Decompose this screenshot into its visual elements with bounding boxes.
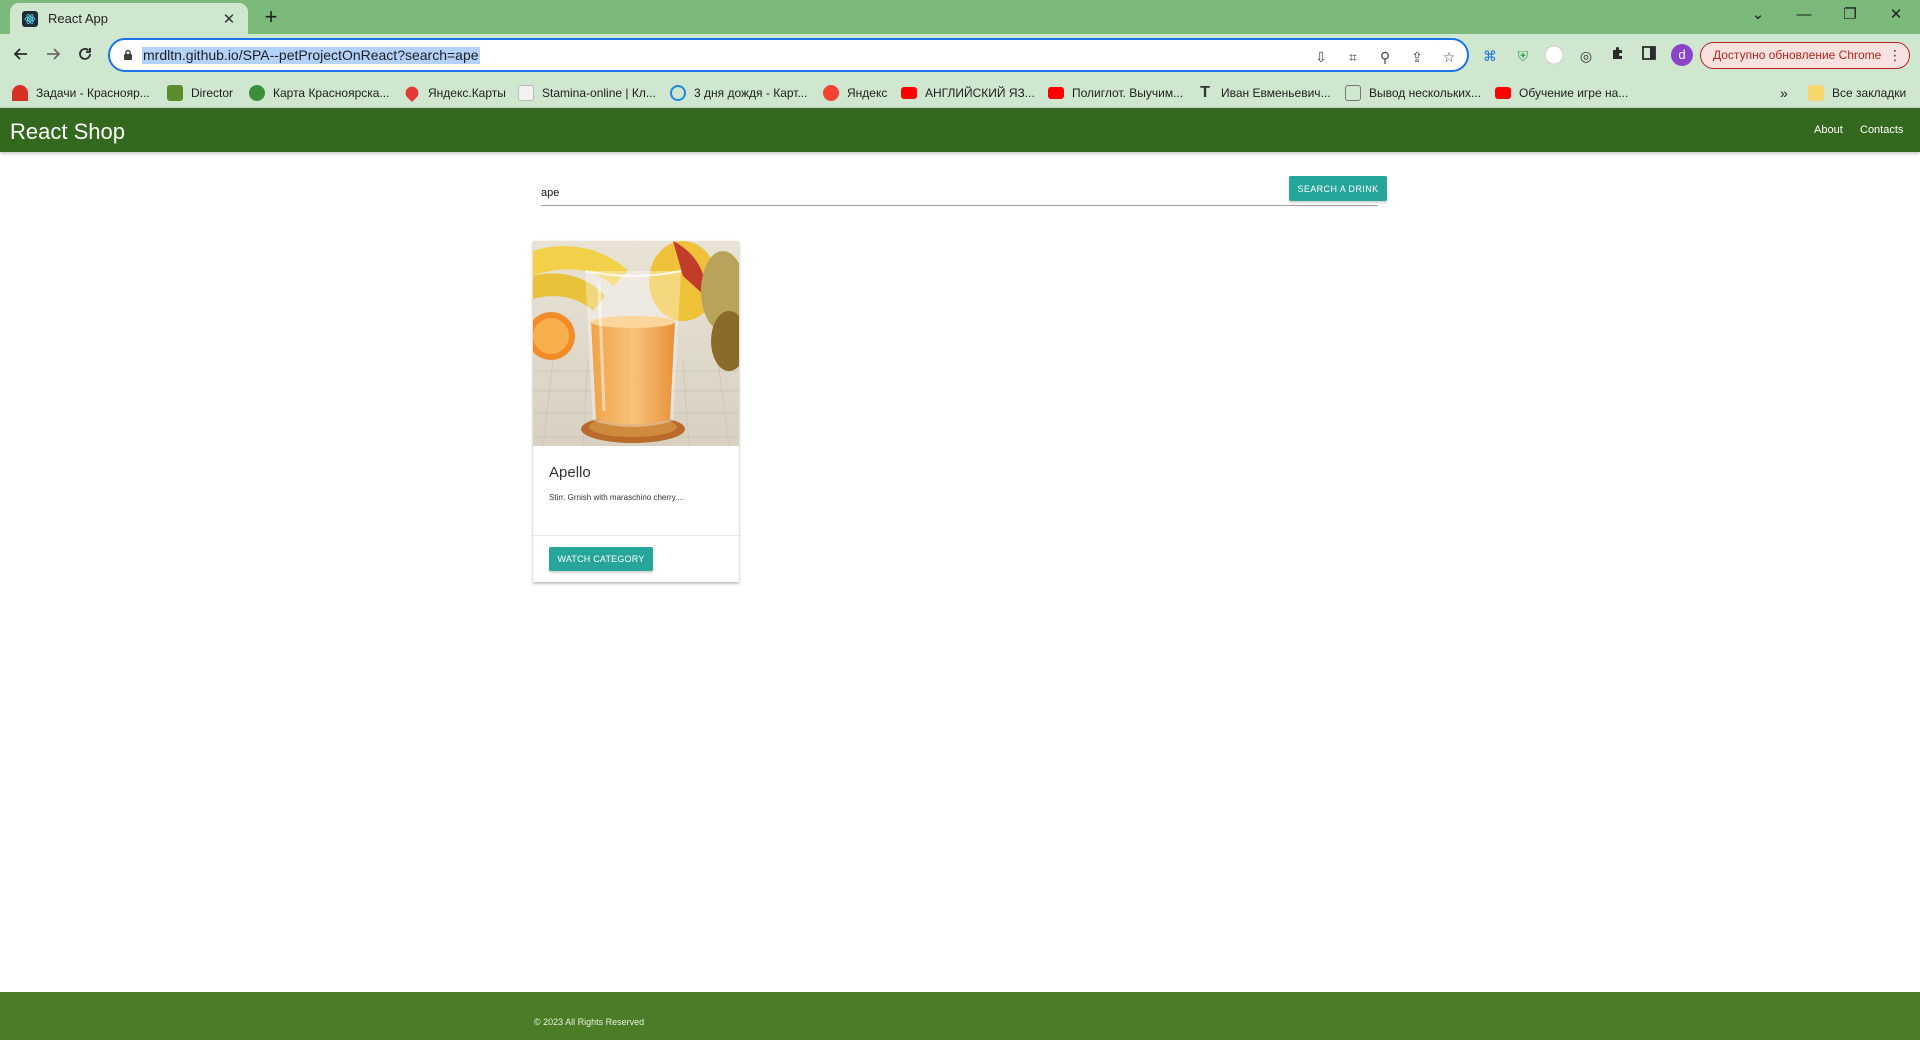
bookmark-item[interactable]: АНГЛИЙСКИЙ ЯЗ... xyxy=(901,83,1035,103)
bookmark-item[interactable]: Яндекс.Карты xyxy=(402,83,506,103)
translate-extension-icon[interactable]: ⌘ xyxy=(1479,45,1501,67)
side-panel-icon[interactable] xyxy=(1638,45,1660,67)
bookmark-label: Задачи - Краснояр... xyxy=(36,86,150,100)
youtube-icon xyxy=(901,87,917,99)
chrome-update-button[interactable]: Доступно обновление Chrome ⋮ xyxy=(1700,42,1910,69)
install-app-icon[interactable]: ⇩ xyxy=(1311,47,1331,67)
bookmark-label: АНГЛИЙСКИЙ ЯЗ... xyxy=(925,86,1035,100)
browser-toolbar: mrdltn.github.io/SPA--petProjectOnReact?… xyxy=(0,34,1920,77)
bookmark-label: Иван Евменьевич... xyxy=(1221,86,1331,100)
extensions-puzzle-icon[interactable] xyxy=(1607,45,1629,67)
bookmark-item[interactable]: Stamina-online | Кл... xyxy=(518,83,656,103)
card-description: Stirr. Grnish with maraschino cherry.... xyxy=(549,493,684,502)
red-arc-icon xyxy=(12,85,28,101)
youtube-icon xyxy=(1048,87,1064,99)
profile-avatar[interactable]: d xyxy=(1671,44,1693,66)
lock-icon[interactable] xyxy=(122,49,134,61)
folder-icon xyxy=(1808,85,1824,101)
app-header: React Shop About Contacts xyxy=(0,108,1920,152)
bookmark-label: Director xyxy=(191,86,234,100)
youtube-icon xyxy=(1495,87,1511,99)
card-content: Apello Stirr. Grnish with maraschino che… xyxy=(533,446,739,776)
page-footer: © 2023 All Rights Reserved xyxy=(0,992,1920,1040)
url-text[interactable]: mrdltn.github.io/SPA--petProjectOnReact?… xyxy=(142,47,480,64)
yandex-icon xyxy=(823,85,839,101)
new-tab-button[interactable]: + xyxy=(258,4,284,30)
back-arrow-icon[interactable] xyxy=(7,42,35,70)
bookmark-label: Карта Красноярска... xyxy=(273,86,390,100)
copyright-text: © 2023 All Rights Reserved xyxy=(534,1017,645,1027)
more-menu-icon[interactable]: ⋮ xyxy=(1888,43,1902,68)
bookmark-star-icon[interactable]: ☆ xyxy=(1439,47,1459,67)
react-logo-icon xyxy=(22,10,38,27)
search-input[interactable] xyxy=(541,178,1378,206)
bookmark-item[interactable]: Карта Красноярска... xyxy=(249,83,389,103)
circle-icon xyxy=(670,85,686,101)
bookmark-label: Яндекс.Карты xyxy=(428,86,506,100)
bookmark-item[interactable]: Яндекс xyxy=(823,83,887,103)
translate-icon[interactable]: ⌗ xyxy=(1343,47,1363,67)
forward-arrow-icon[interactable] xyxy=(39,42,67,70)
watch-category-button[interactable]: WATCH CATEGORY xyxy=(549,547,653,571)
browser-tab-strip: React App ✕ + ⌄ — ❐ ✕ xyxy=(0,0,1920,34)
bookmark-item[interactable]: Director xyxy=(167,83,233,103)
bookmark-item[interactable]: 3 дня дождя - Карт... xyxy=(670,83,807,103)
bookmark-item[interactable]: Задачи - Краснояр... xyxy=(12,83,150,103)
shield-extension-icon[interactable]: ⛨ xyxy=(1512,45,1534,67)
bookmark-label: Полиглот. Выучим... xyxy=(1072,86,1184,100)
bookmark-label: Все закладки xyxy=(1832,86,1907,100)
tab-title: React App xyxy=(48,11,108,26)
bookmarks-overflow-button[interactable]: » xyxy=(1780,83,1788,103)
close-window-button[interactable]: ✕ xyxy=(1873,0,1919,30)
tab-close-icon[interactable]: ✕ xyxy=(220,10,238,28)
bookmark-label: Обучение игре на... xyxy=(1519,86,1629,100)
reload-icon[interactable] xyxy=(71,42,99,70)
search-button[interactable]: SEARCH A DRINK xyxy=(1289,176,1387,201)
card-action: WATCH CATEGORY xyxy=(533,535,739,582)
address-bar[interactable]: mrdltn.github.io/SPA--petProjectOnReact?… xyxy=(108,38,1469,72)
bookmark-label: Stamina-online | Кл... xyxy=(542,86,656,100)
t-letter-icon: T xyxy=(1200,84,1210,101)
share-icon[interactable]: ⇪ xyxy=(1407,47,1427,67)
map-pin-icon xyxy=(402,83,422,103)
nav-contacts-link[interactable]: Contacts xyxy=(1860,124,1903,136)
brand-logo[interactable]: React Shop xyxy=(10,119,125,145)
card-title: Apello xyxy=(549,464,591,481)
drink-image xyxy=(533,241,739,446)
all-bookmarks-folder[interactable]: Все закладки xyxy=(1808,83,1906,103)
browser-tab[interactable]: React App ✕ xyxy=(10,3,248,34)
extension-icon[interactable] xyxy=(1543,45,1565,67)
bookmark-label: Яндекс xyxy=(847,86,888,100)
zoom-icon[interactable]: ⚲ xyxy=(1375,47,1395,67)
eyes-extension-icon[interactable]: ◎ xyxy=(1575,45,1597,67)
tab-search-icon[interactable]: ⌄ xyxy=(1735,0,1781,30)
bookmark-item[interactable]: T Иван Евменьевич... xyxy=(1197,83,1331,103)
bookmark-item[interactable]: Полиглот. Выучим... xyxy=(1048,83,1183,103)
bookmark-item[interactable]: Вывод нескольких... xyxy=(1345,83,1481,103)
search-bar: SEARCH A DRINK xyxy=(533,176,1387,208)
page-icon xyxy=(518,85,534,101)
bookmark-label: Вывод нескольких... xyxy=(1369,86,1481,100)
nav-about-link[interactable]: About xyxy=(1814,124,1843,136)
bookmark-item[interactable]: Обучение игре на... xyxy=(1495,83,1628,103)
puzzle-icon xyxy=(167,85,183,101)
bookmark-label: 3 дня дождя - Карт... xyxy=(694,86,808,100)
page-icon xyxy=(1345,85,1361,101)
drink-card: Apello Stirr. Grnish with maraschino che… xyxy=(533,241,739,582)
globe-icon xyxy=(249,85,265,101)
restore-button[interactable]: ❐ xyxy=(1827,0,1873,30)
minimize-button[interactable]: — xyxy=(1781,0,1827,30)
bookmarks-bar: Задачи - Краснояр... Director Карта Крас… xyxy=(0,77,1920,108)
update-label: Доступно обновление Chrome xyxy=(1713,48,1882,62)
